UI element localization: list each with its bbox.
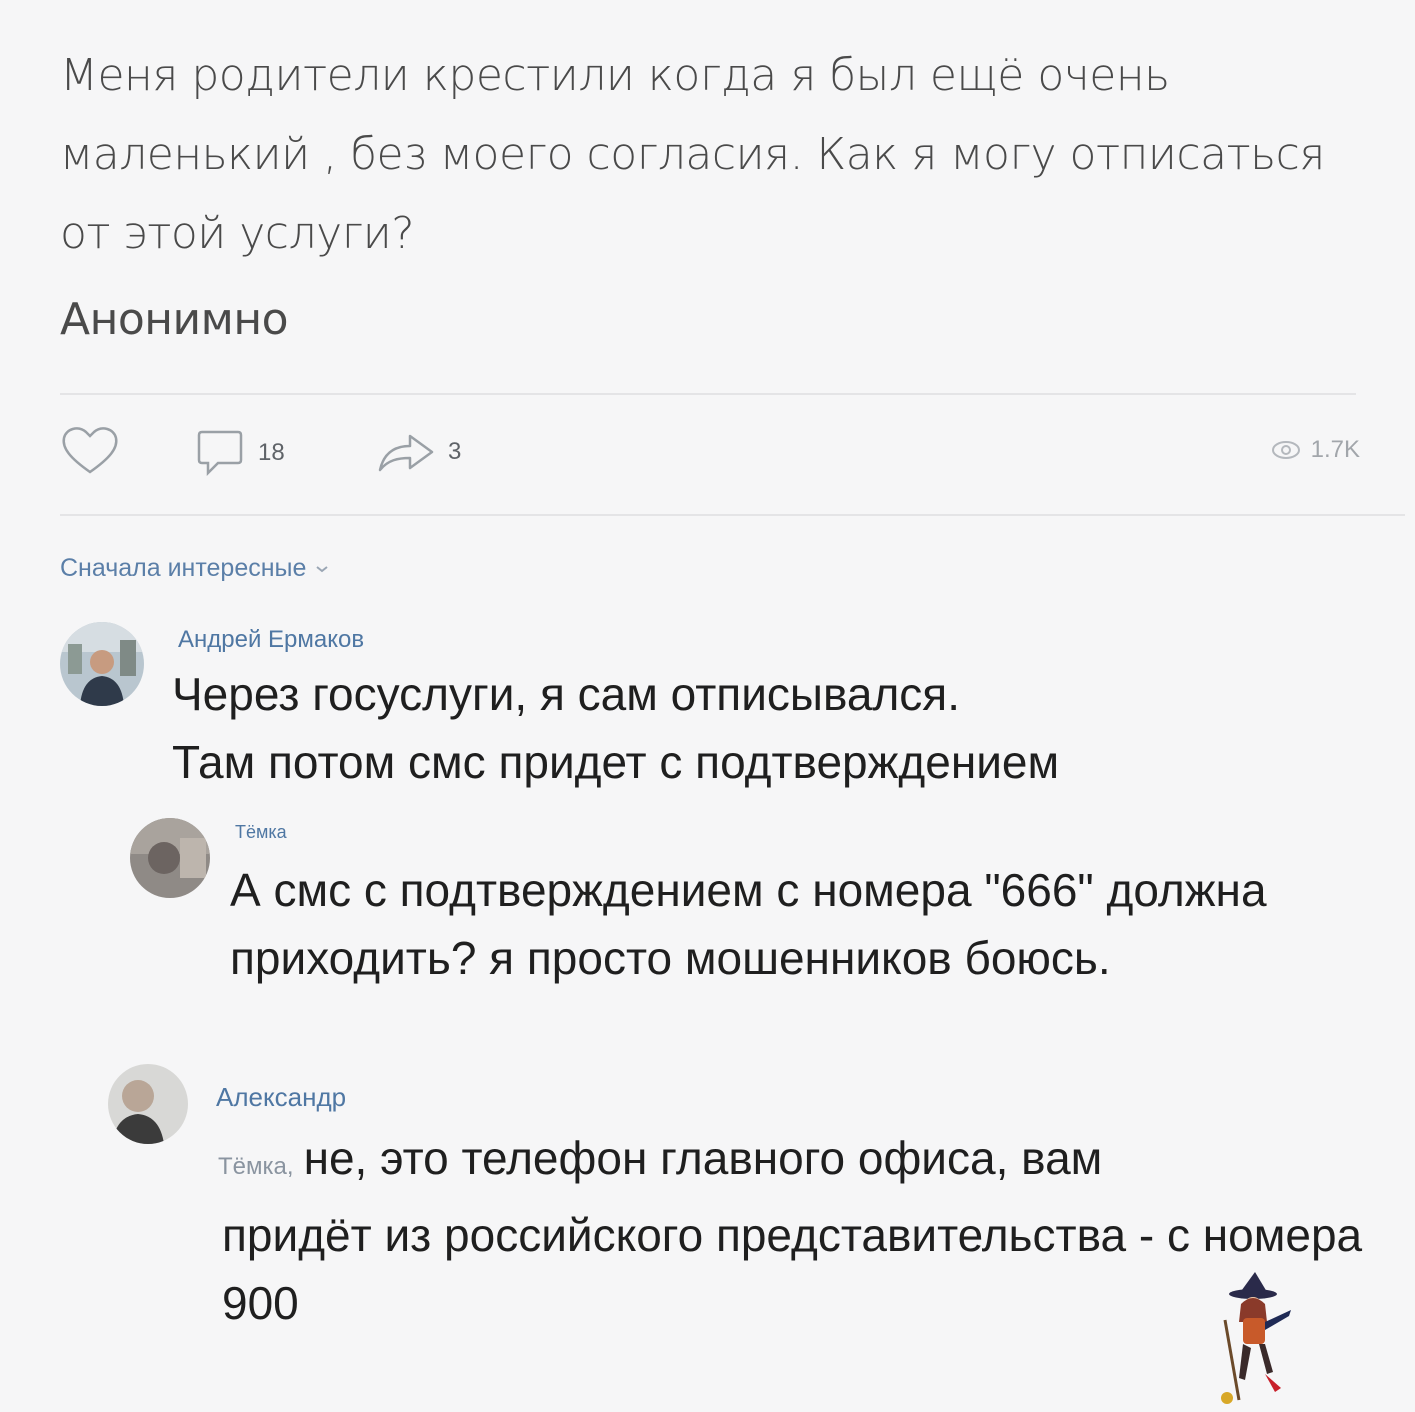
share-icon <box>378 434 434 472</box>
comment-text-line: Через госуслуги, я сам отписывался. <box>172 668 960 720</box>
like-button[interactable] <box>60 424 120 476</box>
comment-text-line: Там потом смс придет с подтверждением <box>172 736 1060 788</box>
comment-text: А смс с подтверждением с номера "666" до… <box>230 864 1267 984</box>
avatar[interactable] <box>108 1064 188 1144</box>
comment-icon <box>197 430 243 477</box>
avatar-photo <box>108 1064 188 1144</box>
sort-label: Сначала интересные <box>60 554 307 582</box>
comment-text-line: не, это телефон главного офиса, вам <box>303 1132 1103 1184</box>
avatar-photo <box>60 622 144 706</box>
chevron-down-icon <box>316 565 329 572</box>
sort-dropdown[interactable]: Сначала интересные <box>60 554 330 583</box>
comments-count: 18 <box>258 439 285 466</box>
post-actions: 18 3 1.7K <box>60 424 1360 484</box>
avatar[interactable] <box>130 818 210 898</box>
post-text: Меня родители крестили когда я был ещё о… <box>60 50 1325 259</box>
reply-to-link[interactable]: Тёмка, <box>218 1153 294 1180</box>
comment-author[interactable]: Андрей Ермаков <box>178 626 364 654</box>
eye-icon <box>1271 441 1300 459</box>
heart-icon <box>62 427 118 474</box>
comment-author[interactable]: Александр <box>216 1082 346 1113</box>
post-author: Анонимно <box>60 294 289 345</box>
comments-button[interactable]: 18 <box>196 428 285 478</box>
post-divider <box>60 393 1356 395</box>
shares-count: 3 <box>448 438 462 465</box>
share-button[interactable]: 3 <box>376 430 461 474</box>
actions-divider <box>60 514 1405 516</box>
avatar-photo <box>130 818 210 898</box>
views-count: 1.7K <box>1310 436 1360 463</box>
comment-first-line: Тёмка, не, это телефон главного офиса, ва… <box>218 1124 1388 1201</box>
views: 1.7K <box>1271 436 1360 464</box>
character-sticker-image <box>1221 1272 1291 1404</box>
avatar[interactable] <box>60 622 144 706</box>
comment-author[interactable]: Тёмка <box>235 822 287 843</box>
comment-text: Через госуслуги, я сам отписывался. Там … <box>172 660 1059 796</box>
